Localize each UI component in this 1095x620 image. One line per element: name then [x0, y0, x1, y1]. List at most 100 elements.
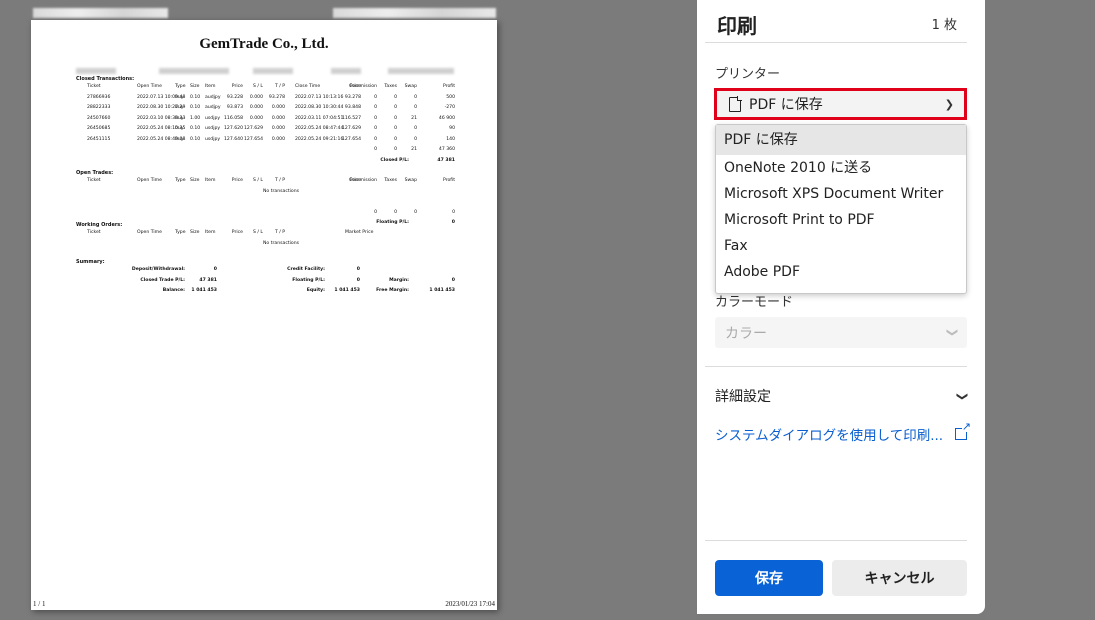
blurred-info — [388, 68, 454, 74]
table-cell: Commission — [348, 178, 377, 183]
printer-selected-value: PDF に保存 — [749, 97, 823, 113]
floating-pl-label: Floating P/L: — [376, 220, 409, 225]
table-cell: 0 — [414, 136, 417, 142]
floating-label: Floating P/L: — [292, 277, 325, 283]
table-cell: 140 — [446, 136, 455, 142]
table-cell: 500 — [446, 94, 455, 100]
table-cell: 28822333 — [87, 105, 111, 110]
deposit-value: 0 — [213, 267, 217, 272]
table-cell: 116.527 — [342, 115, 361, 121]
table-cell: buy — [175, 105, 184, 110]
total-cell: 0 — [452, 209, 455, 215]
totals-row: 0 0 21 47 360 — [75, 145, 455, 156]
table-cell: 0.10 — [190, 126, 201, 131]
print-preview-area: GemTrade Co., Ltd. Closed Transactions: … — [0, 0, 696, 620]
table-cell: T / P — [274, 230, 285, 235]
table-row: 26450685 2022.05.24 08:10:35 buy 0.10 usdjpy… — [75, 124, 455, 135]
balance-label: Balance: — [162, 288, 185, 293]
credit-label: Credit Facility: — [287, 267, 325, 272]
table-cell: Price — [231, 230, 243, 235]
table-row: 26451115 2022.05.24 08:49:08 buy 0.10 usdjpy… — [75, 135, 455, 146]
table-cell: 0.10 — [190, 136, 201, 142]
printer-option[interactable]: OneNote 2010 に送る — [716, 155, 966, 181]
printer-option[interactable]: Adobe PDF — [716, 259, 966, 285]
table-cell: Type — [175, 178, 186, 183]
table-cell: 0 — [374, 136, 377, 142]
table-cell: 0 — [374, 126, 377, 131]
table-cell: S / L — [253, 178, 263, 183]
table-cell: buy — [175, 94, 184, 100]
table-cell: 93.278 — [344, 94, 361, 100]
equity-label: Equity: — [306, 288, 325, 293]
table-cell: 90 — [449, 126, 455, 131]
table-cell: 0.000 — [249, 105, 263, 110]
no-transactions-text: No transactions — [263, 240, 300, 246]
table-cell: S / L — [253, 84, 263, 89]
print-settings-panel: 印刷 1 枚 プリンター PDF に保存 ❯ PDF に保存 OneNote 20… — [697, 0, 985, 614]
table-cell: usdjpy — [205, 126, 221, 131]
free-margin-value: 1 041 453 — [429, 288, 455, 293]
table-cell: Price — [231, 84, 243, 89]
chevron-down-icon: ❯ — [944, 97, 954, 111]
table-cell: T / P — [274, 84, 285, 89]
table-cell: Size — [190, 230, 200, 235]
table-cell: 26451115 — [87, 136, 111, 142]
table-cell: S / L — [253, 230, 263, 235]
deposit-label: Deposit/Withdrawal: — [131, 267, 185, 272]
divider — [705, 366, 967, 367]
table-cell: audjpy — [205, 105, 221, 110]
blurred-info — [76, 68, 116, 74]
table-cell: T / P — [274, 178, 285, 183]
table-cell: 0 — [394, 136, 397, 142]
printer-option[interactable]: Microsoft XPS Document Writer — [716, 181, 966, 207]
table-cell: 127.620 — [224, 126, 243, 131]
table-cell: 93.228 — [226, 94, 243, 100]
table-cell: Taxes — [384, 178, 397, 183]
printer-option[interactable]: Microsoft Print to PDF — [716, 207, 966, 233]
table-cell: Type — [175, 84, 186, 89]
table-cell: 93.848 — [344, 105, 361, 110]
table-cell: 127.640 — [224, 136, 243, 142]
company-title: GemTrade Co., Ltd. — [199, 36, 329, 52]
balance-value: 1 041 453 — [191, 288, 217, 293]
equity-value: 1 041 453 — [334, 288, 360, 293]
table-cell: 0.000 — [271, 105, 285, 110]
table-cell: Swap — [404, 178, 417, 183]
table-cell: 0 — [394, 115, 397, 121]
open-trades-table: Ticket Open Time Type Size Item Price S / L T /… — [75, 176, 455, 229]
printer-label: プリンター — [715, 67, 781, 82]
cancel-button[interactable]: キャンセル — [832, 560, 967, 596]
blurred-info — [253, 68, 293, 74]
system-dialog-link[interactable]: システムダイアログを使用して印刷... — [715, 421, 971, 444]
printer-option[interactable]: Fax — [716, 233, 966, 259]
advanced-settings-toggle[interactable]: 詳細設定 ❯ — [715, 386, 969, 406]
credit-value: 0 — [356, 267, 360, 272]
table-cell: 0.10 — [190, 105, 201, 110]
table-cell: 93.873 — [226, 105, 243, 110]
floating-pl-value: 0 — [451, 220, 455, 225]
table-cell: Open Time — [137, 84, 162, 89]
table-cell: 93.278 — [268, 94, 285, 100]
table-cell: 2022.05.24 08:47:44 — [295, 126, 344, 131]
table-cell: 1.00 — [190, 115, 201, 121]
blurred-info — [159, 68, 229, 74]
closed-transactions-table: Ticket Open Time Type Size Item Price S / L T /… — [75, 82, 455, 166]
table-cell: Market Price — [345, 230, 374, 235]
advanced-settings-label: 詳細設定 — [715, 389, 771, 405]
blurred-header-right — [333, 8, 496, 18]
table-cell: 0 — [374, 115, 377, 121]
table-cell: buy — [175, 126, 184, 131]
free-margin-label: Free Margin: — [376, 288, 409, 293]
save-button[interactable]: 保存 — [715, 560, 823, 596]
table-cell: 127.629 — [342, 126, 361, 131]
printer-select[interactable]: PDF に保存 ❯ — [714, 88, 967, 120]
table-cell: Profit — [443, 178, 455, 183]
color-mode-select[interactable]: カラー ❯ — [715, 317, 967, 348]
table-cell: 0 — [414, 126, 417, 131]
working-orders-table: Ticket Open Time Type Size Item Price S / L T /… — [75, 228, 455, 249]
table-cell: Ticket — [87, 230, 101, 235]
printer-option[interactable]: PDF に保存 — [716, 125, 966, 155]
table-cell: usdjpy — [205, 115, 221, 121]
table-cell: 0.000 — [249, 94, 263, 100]
